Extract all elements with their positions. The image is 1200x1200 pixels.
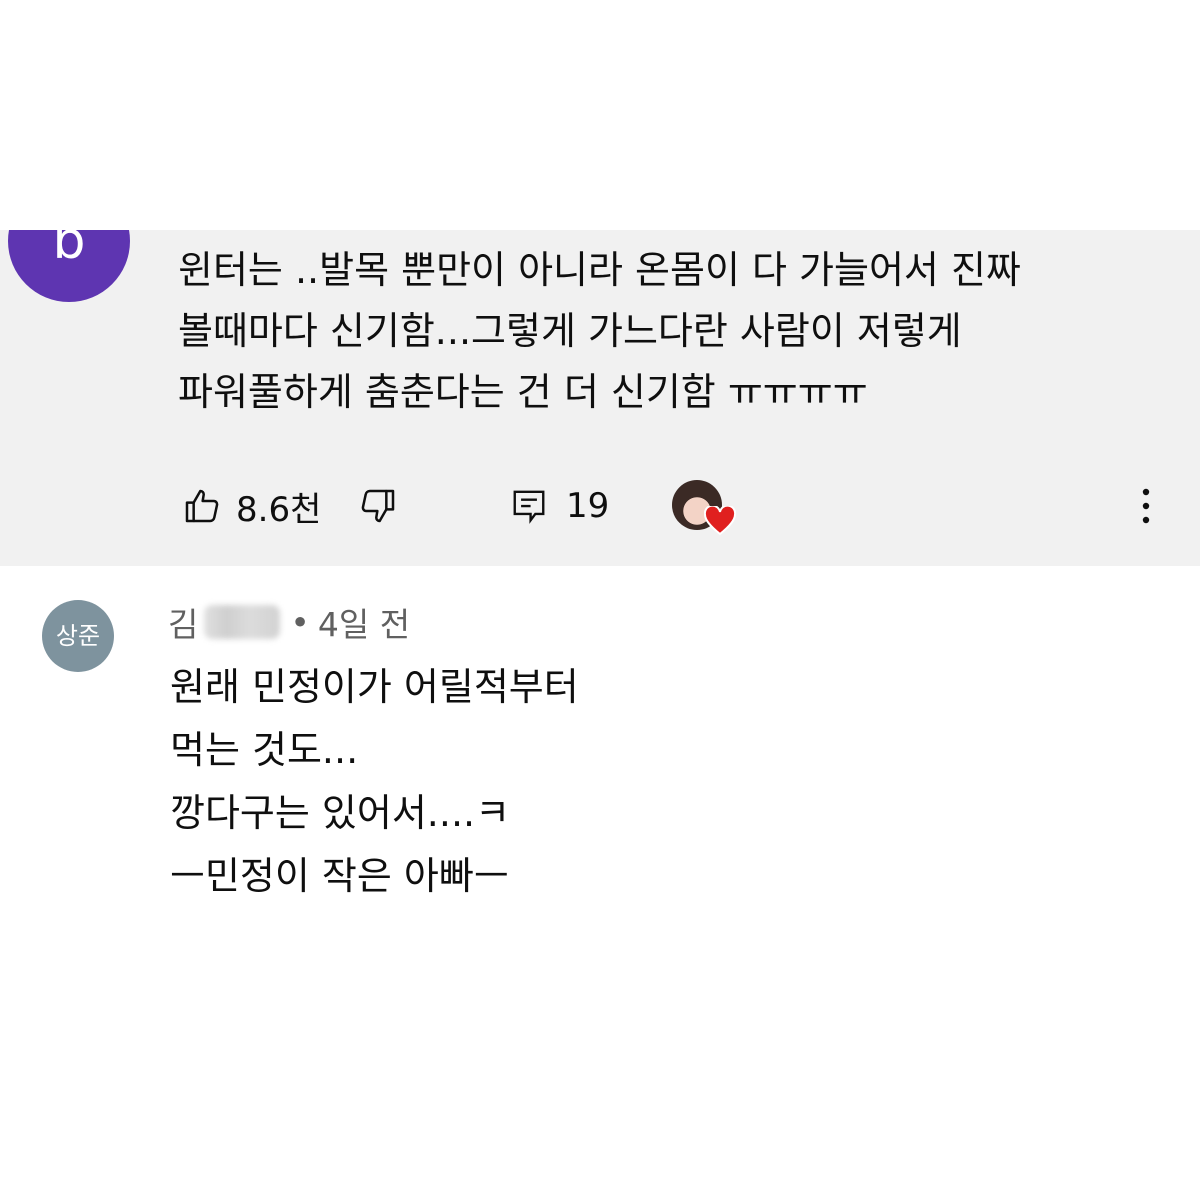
- comment-line: 파워풀하게 춤춘다는 건 더 신기함 ㅠㅠㅠㅠ: [178, 370, 868, 414]
- comment: 상준 김 • 4일 전 원래 민정이가 어릴적부터 먹는 것도... 깡다구는 …: [0, 566, 1200, 1200]
- thumbs-down-icon: [361, 489, 395, 523]
- comment-line: 먹는 것도...: [170, 728, 359, 772]
- comment-meta: 김 • 4일 전: [168, 598, 410, 646]
- like-button[interactable]: 8.6천: [182, 478, 321, 534]
- comment-line: 깡다구는 있어서....ㅋ: [170, 791, 511, 835]
- comment-actions: 8.6천 19: [0, 478, 1200, 536]
- reply-button[interactable]: 19: [510, 478, 609, 534]
- comment-line: ㅡ민정이 작은 아빠ㅡ: [170, 854, 509, 898]
- thumbs-up-icon: [185, 489, 219, 523]
- comments-screenshot: b 윈터는 ..발목 뿐만이 아니라 온몸이 다 가늘어서 진짜 볼때마다 신기…: [0, 0, 1200, 1200]
- comment-line: 원래 민정이가 어릴적부터: [170, 665, 579, 709]
- commenter-avatar[interactable]: b: [8, 230, 130, 302]
- blurred-author-name: [204, 605, 281, 639]
- commenter-avatar[interactable]: 상준: [42, 600, 114, 672]
- more-vert-icon[interactable]: [1134, 484, 1158, 528]
- comment-line: 윈터는 ..발목 뿐만이 아니라 온몸이 다 가늘어서 진짜: [178, 248, 1021, 292]
- like-count: 8.6천: [236, 489, 322, 530]
- author-name[interactable]: 김: [168, 598, 198, 646]
- comment-line: 볼때마다 신기함...그렇게 가느다란 사람이 저렇게: [178, 309, 962, 353]
- dislike-button[interactable]: [358, 478, 398, 534]
- meta-separator: •: [290, 602, 310, 642]
- comment-text: 윈터는 ..발목 뿐만이 아니라 온몸이 다 가늘어서 진짜 볼때마다 신기함.…: [178, 240, 1178, 423]
- highlighted-comment: b 윈터는 ..발목 뿐만이 아니라 온몸이 다 가늘어서 진짜 볼때마다 신기…: [0, 230, 1200, 566]
- comment-time[interactable]: 4일 전: [318, 598, 410, 646]
- reply-count: 19: [566, 486, 610, 526]
- creator-heart-badge: [672, 478, 738, 536]
- comment-icon: [513, 490, 545, 524]
- heart-icon: [704, 506, 736, 536]
- comment-text: 원래 민정이가 어릴적부터 먹는 것도... 깡다구는 있어서....ㅋ ㅡ민정…: [170, 656, 1170, 908]
